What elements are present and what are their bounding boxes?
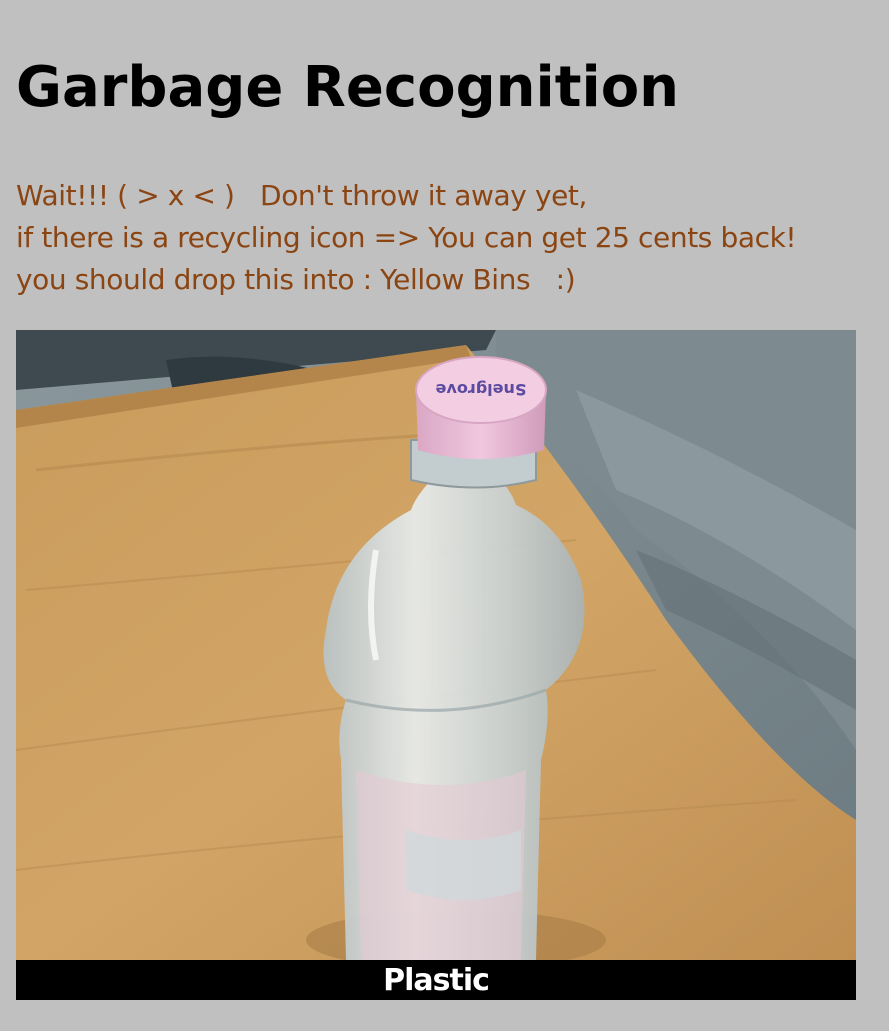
bottle-photo-illustration: Snelgrove	[16, 330, 856, 960]
recycling-message: Wait!!! ( > x < ) Don't throw it away ye…	[16, 175, 797, 301]
page-title: Garbage Recognition	[16, 55, 680, 120]
captured-photo: Snelgrove	[16, 330, 856, 960]
message-line-2: if there is a recycling icon => You can …	[16, 221, 797, 254]
svg-text:Snelgrove: Snelgrove	[435, 380, 526, 399]
message-line-1: Wait!!! ( > x < ) Don't throw it away ye…	[16, 179, 588, 212]
classification-label: Plastic	[383, 962, 490, 998]
classification-label-bar: Plastic	[16, 960, 856, 1000]
message-line-3: you should drop this into : Yellow Bins …	[16, 263, 576, 296]
recognition-result: Snelgrove Plastic	[16, 330, 856, 1000]
